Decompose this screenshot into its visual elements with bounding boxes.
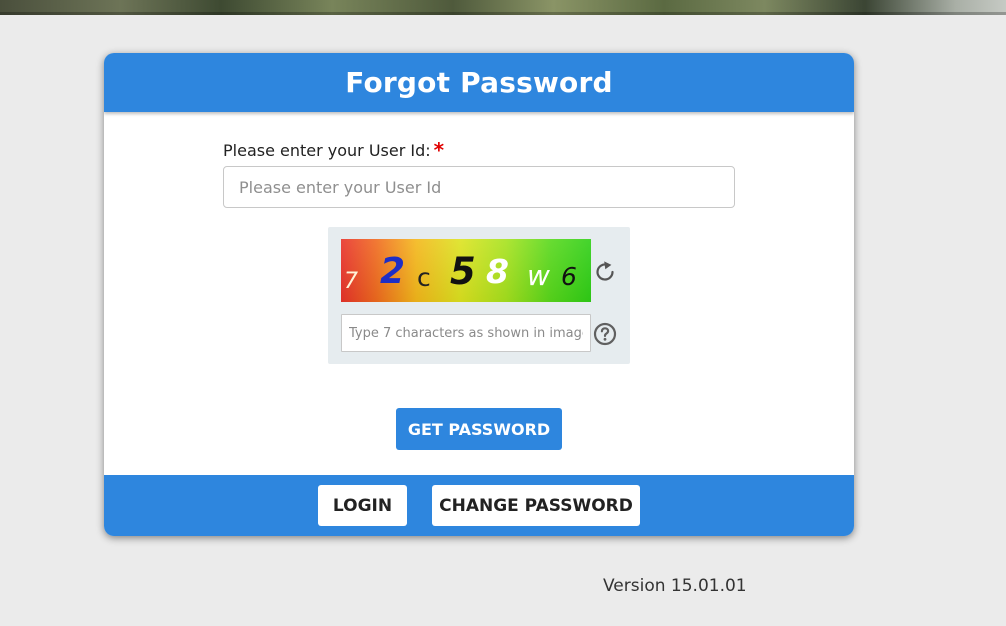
get-password-button[interactable]: GET PASSWORD [396, 408, 562, 450]
login-button[interactable]: LOGIN [318, 485, 407, 526]
captcha-char: w [527, 259, 550, 292]
userid-label: Please enter your User Id: * [223, 138, 444, 162]
captcha-char: 5 [450, 250, 476, 293]
captcha-panel: 7 2 c 5 8 w 6 [328, 227, 630, 364]
captcha-char: 8 [486, 252, 509, 291]
captcha-char: 7 [344, 269, 358, 294]
captcha-char: 6 [561, 262, 577, 291]
version-label: Version 15.01.01 [603, 576, 747, 596]
userid-label-text: Please enter your User Id: [223, 141, 431, 160]
card-footer: LOGIN CHANGE PASSWORD [104, 475, 854, 536]
change-password-button[interactable]: CHANGE PASSWORD [432, 485, 640, 526]
refresh-icon[interactable] [592, 259, 618, 285]
captcha-char: c [417, 263, 431, 292]
captcha-image: 7 2 c 5 8 w 6 [341, 239, 591, 302]
required-indicator: * [433, 138, 445, 162]
header-banner-image [0, 0, 1006, 15]
captcha-input[interactable] [341, 314, 591, 352]
userid-input[interactable] [223, 166, 735, 208]
captcha-char: 2 [380, 251, 406, 292]
forgot-password-card: Forgot Password Please enter your User I… [104, 53, 854, 536]
page-title: Forgot Password [345, 66, 613, 99]
card-header: Forgot Password [104, 53, 854, 112]
question-circle-icon[interactable] [593, 322, 617, 346]
